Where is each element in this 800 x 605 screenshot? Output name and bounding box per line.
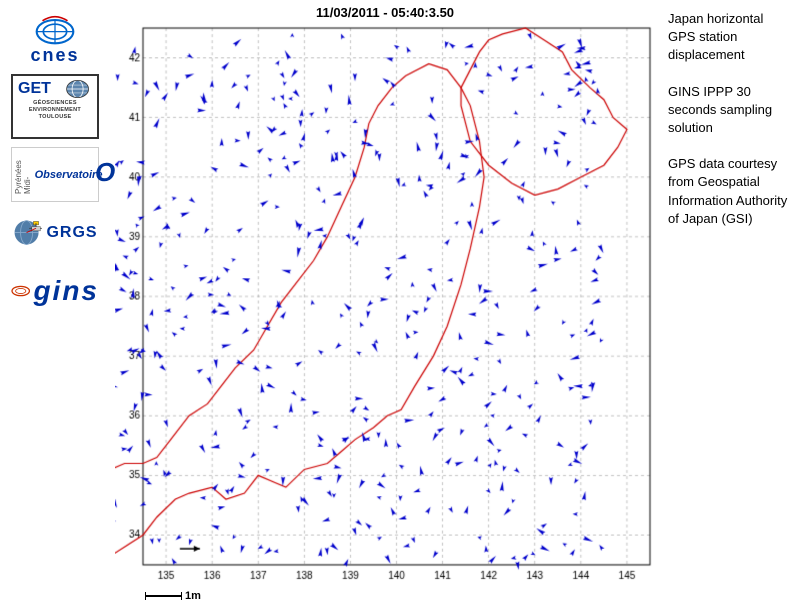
map-container: 11/03/2011 - 05:40:3.50 1m	[110, 0, 660, 600]
gins-logo: gins	[11, 263, 99, 318]
scale-bar: 1m	[110, 587, 660, 605]
get-logo: GET GÉOSCIENCESENVIRONNEMENTTOULOUSE	[11, 74, 99, 139]
grgs-logo: GRGS	[11, 210, 99, 255]
map-title: 11/03/2011 - 05:40:3.50	[110, 5, 660, 20]
map-canvas	[115, 23, 655, 587]
cnes-logo: cnes	[10, 10, 100, 66]
right-panel: Japan horizontal GPS station displacemen…	[660, 0, 800, 600]
get-text: GET	[18, 80, 51, 98]
cnes-text: cnes	[30, 45, 79, 66]
left-panel: cnes GET GÉOSCIENCESENVIRONNEMENTTOULOUS…	[0, 0, 110, 600]
main-container: cnes GET GÉOSCIENCESENVIRONNEMENTTOULOUS…	[0, 0, 800, 600]
scale-label: 1m	[185, 590, 201, 602]
map-area	[115, 23, 655, 587]
gins-info: GINS IPPP 30 seconds sampling solution	[668, 83, 792, 138]
omp-logo: Midi-Pyrénées Observatoire O MP	[11, 147, 99, 202]
gps-data-info: GPS data courtesy from Geospatial Inform…	[668, 155, 792, 228]
gins-text: gins	[33, 275, 99, 307]
grgs-text: GRGS	[46, 224, 97, 242]
get-subtext: GÉOSCIENCESENVIRONNEMENTTOULOUSE	[29, 100, 81, 121]
displacement-info: Japan horizontal GPS station displacemen…	[668, 10, 792, 65]
